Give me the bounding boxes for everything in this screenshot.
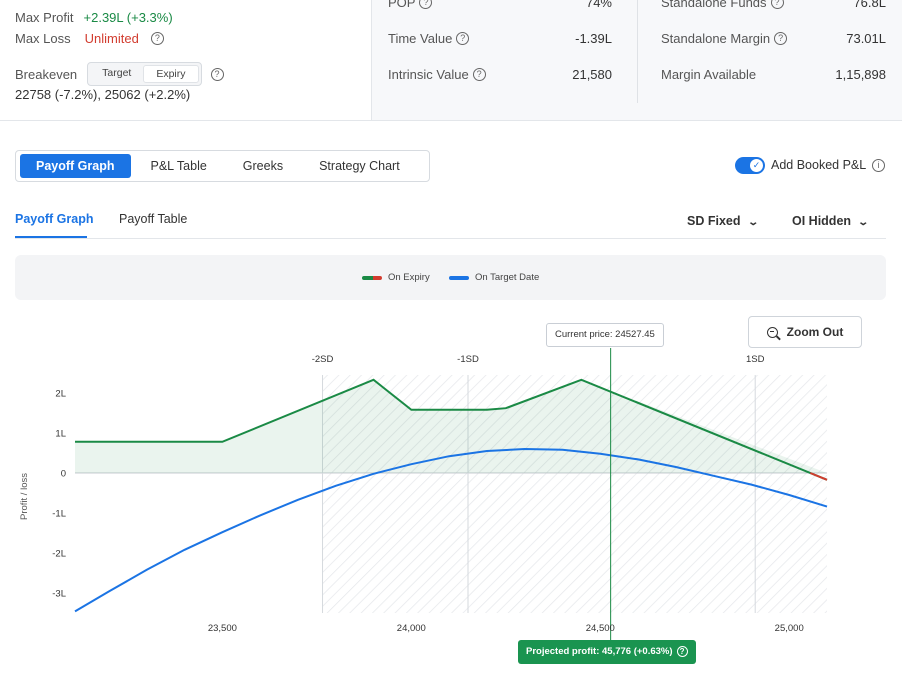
chart-legend: On Expiry On Target Date [15, 255, 886, 300]
max-profit-label: Max Profit [15, 10, 74, 25]
max-loss-row: Max Loss Unlimited ? [15, 31, 164, 46]
help-icon[interactable]: ? [456, 32, 470, 45]
y-tick-label: -1L [52, 509, 66, 520]
breakeven-target-option[interactable]: Target [90, 65, 143, 83]
legend-label: On Expiry [388, 272, 430, 283]
margin-available-value: 1,15,898 [835, 67, 886, 82]
margin-available-label: Margin Available [661, 67, 757, 82]
intrinsic-row: Intrinsic Value ? [388, 67, 486, 82]
check-icon: ✓ [750, 159, 763, 172]
subtab-payoff-graph[interactable]: Payoff Graph [15, 212, 94, 226]
tab-payoff-graph[interactable]: Payoff Graph [20, 154, 131, 178]
main-tab-bar: Payoff Graph P&L Table Greeks Strategy C… [15, 150, 430, 182]
max-profit-row: Max Profit +2.39L (+3.3%) [15, 10, 173, 25]
time-value-row: Time Value ? [388, 31, 470, 46]
breakeven-label: Breakeven [15, 66, 78, 82]
x-tick-label: 24,500 [586, 623, 615, 634]
summary-panel: Max Profit +2.39L (+3.3%) Max Loss Unlim… [0, 0, 902, 121]
breakeven-toggle[interactable]: Target Expiry [87, 62, 202, 86]
zoom-out-label: Zoom Out [786, 325, 844, 339]
active-subtab-indicator [15, 236, 87, 238]
subtab-payoff-table[interactable]: Payoff Table [119, 212, 187, 226]
summary-divider [637, 0, 638, 103]
time-value: -1.39L [575, 31, 612, 46]
help-icon[interactable]: ? [150, 32, 164, 45]
legend-label: On Target Date [475, 272, 540, 283]
time-value-label: Time Value [388, 31, 453, 46]
y-axis-label: Profit / loss [19, 473, 30, 520]
chevron-down-icon: ⌄ [857, 217, 870, 228]
x-tick-label: 24,000 [397, 623, 426, 634]
help-icon[interactable]: ? [774, 32, 788, 45]
info-icon[interactable]: i [872, 159, 885, 172]
sd-dropdown[interactable]: SD Fixed ⌄ [687, 214, 759, 228]
legend-swatch [449, 275, 469, 280]
y-tick-label: -2L [52, 549, 66, 560]
standalone-margin-label: Standalone Margin [661, 31, 771, 46]
chevron-down-icon: ⌄ [746, 217, 759, 228]
add-booked-pl-label: Add Booked P&L [771, 158, 867, 172]
standalone-funds-row: Standalone Funds ? [661, 0, 784, 10]
sd-label: -1SD [457, 354, 479, 365]
oi-dropdown-label: OI Hidden [792, 214, 852, 228]
tab-strategy-chart[interactable]: Strategy Chart [303, 154, 416, 178]
standalone-funds-value: 76.8L [853, 0, 886, 10]
standalone-funds-label: Standalone Funds [661, 0, 767, 10]
sd-label: 1SD [746, 354, 765, 365]
breakeven-row: Breakeven Target Expiry ? [15, 62, 224, 86]
help-icon[interactable]: ? [472, 68, 486, 81]
max-profit-value: +2.39L (+3.3%) [83, 10, 173, 25]
sub-tab-bar: Payoff Graph Payoff Table SD Fixed ⌄ OI H… [15, 204, 886, 239]
help-icon[interactable]: ? [210, 67, 224, 81]
sd-label: -2SD [312, 354, 334, 365]
margin-available-row: Margin Available [661, 67, 756, 82]
intrinsic-value: 21,580 [572, 67, 612, 82]
x-tick-label: 25,000 [775, 623, 804, 634]
payoff-chart[interactable]: -2SD -1SD 1SD 2L 1L 0 -1L -2L -3L 23,500 24,000 24,… [0, 340, 902, 640]
max-loss-value: Unlimited [84, 31, 139, 46]
tab-pl-table[interactable]: P&L Table [135, 154, 223, 178]
projected-profit-text: Projected profit: 45,776 (+0.63%) [526, 646, 673, 657]
y-tick-label: 0 [61, 469, 66, 480]
pop-label: POP [388, 0, 416, 10]
standalone-margin-value: 73.01L [846, 31, 886, 46]
help-icon[interactable]: ? [676, 646, 688, 657]
intrinsic-label: Intrinsic Value [388, 67, 469, 82]
tab-greeks[interactable]: Greeks [227, 154, 299, 178]
add-booked-pl-toggle[interactable]: ✓ [735, 157, 765, 174]
sd-dropdown-label: SD Fixed [687, 214, 741, 228]
breakeven-expiry-option[interactable]: Expiry [143, 65, 199, 83]
help-icon[interactable]: ? [419, 0, 433, 9]
projected-profit-badge: Projected profit: 45,776 (+0.63%)? [518, 640, 696, 664]
legend-swatch [362, 275, 382, 280]
pop-row: POP ? [388, 0, 433, 10]
help-icon[interactable]: ? [770, 0, 784, 9]
standalone-margin-row: Standalone Margin ? [661, 31, 788, 46]
legend-item-expiry[interactable]: On Expiry [362, 272, 430, 283]
max-loss-label: Max Loss [15, 31, 71, 46]
pop-value: 74% [585, 0, 612, 10]
zoom-out-icon [766, 326, 778, 338]
breakeven-values: 22758 (-7.2%), 25062 (+2.2%) [15, 87, 191, 102]
x-tick-label: 23,500 [208, 623, 237, 634]
y-tick-label: 2L [55, 389, 66, 400]
current-price-tooltip: Current price: 24527.45 [546, 323, 664, 347]
y-tick-label: 1L [55, 429, 66, 440]
oi-dropdown[interactable]: OI Hidden ⌄ [792, 214, 870, 228]
y-tick-label: -3L [52, 589, 66, 600]
summary-left: Max Profit +2.39L (+3.3%) Max Loss Unlim… [0, 0, 372, 121]
legend-item-target[interactable]: On Target Date [449, 272, 539, 283]
